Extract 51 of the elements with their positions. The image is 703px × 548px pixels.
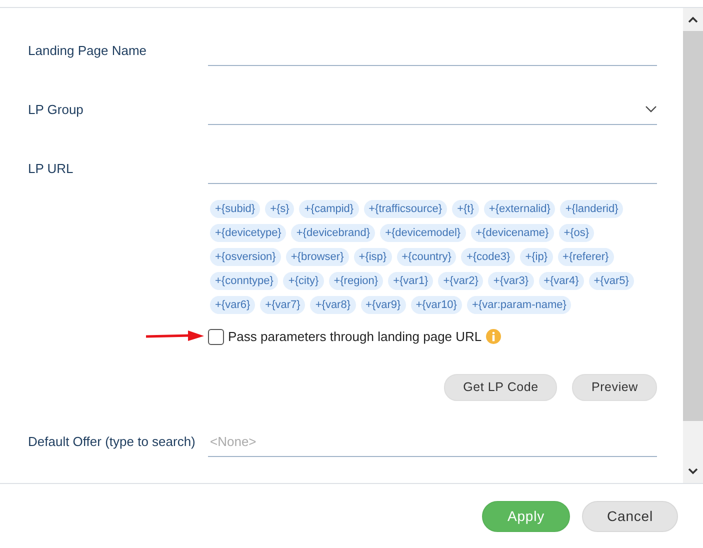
token-chip[interactable]: +{t} (452, 200, 479, 218)
token-chip[interactable]: +{devicemodel} (380, 224, 466, 242)
token-chip[interactable]: +{campid} (299, 200, 359, 218)
token-chip[interactable]: +{var4} (538, 272, 584, 290)
offer-field[interactable]: <None> (208, 426, 657, 456)
token-chip[interactable]: +{var5} (588, 272, 634, 290)
token-chip[interactable]: +{var:param-name} (466, 296, 572, 314)
token-chip[interactable]: +{osversion} (210, 248, 281, 266)
token-chip[interactable]: +{var2} (438, 272, 484, 290)
token-chip[interactable]: +{var7} (260, 296, 306, 314)
scrollbar-thumb[interactable] (683, 31, 703, 421)
field-label: LP Group (28, 101, 84, 119)
field-label: Default Offer (type to search) (28, 432, 196, 451)
token-chip[interactable]: +{ip} (520, 248, 553, 266)
token-chip[interactable]: +{var3} (488, 272, 534, 290)
token-chip[interactable]: +{devicetype} (210, 224, 286, 242)
info-icon[interactable] (486, 329, 501, 344)
annotation-arrow (146, 330, 204, 342)
token-chip[interactable]: +{code3} (461, 248, 516, 266)
token-chip[interactable]: +{trafficsource} (364, 200, 448, 218)
token-chip[interactable]: +{var1} (388, 272, 434, 290)
token-chip[interactable]: +{devicebrand} (291, 224, 376, 242)
token-chip[interactable]: +{var8} (310, 296, 356, 314)
apply-button[interactable]: Apply (482, 500, 570, 532)
token-chip[interactable]: +{conntype} (210, 272, 278, 290)
token-chip[interactable]: +{s} (265, 200, 294, 218)
token-chip[interactable]: +{country} (396, 248, 456, 266)
token-chip[interactable]: +{city} (283, 272, 324, 290)
token-chip[interactable]: +{var6} (210, 296, 256, 314)
token-chip[interactable]: +{region} (328, 272, 384, 290)
token-chip[interactable]: +{referer} (558, 248, 614, 266)
action-button[interactable]: Get LP Code (444, 374, 558, 400)
token-chip[interactable]: +{externalid} (484, 200, 556, 218)
field-label: LP URL (28, 160, 74, 178)
token-chip[interactable]: +{var10} (410, 296, 462, 314)
scrollbar[interactable] (683, 8, 703, 483)
scroll-up-icon[interactable] (688, 16, 698, 23)
token-chip[interactable]: +{isp} (354, 248, 392, 266)
scroll-down-icon[interactable] (688, 468, 698, 475)
token-chip[interactable]: +{devicename} (470, 224, 554, 242)
token-chip[interactable]: +{os} (558, 224, 594, 242)
token-chip[interactable]: +{subid} (210, 200, 260, 218)
cancel-button[interactable]: Cancel (582, 500, 678, 532)
checkbox[interactable] (208, 328, 224, 345)
token-chip[interactable]: +{browser} (286, 248, 349, 266)
chevron-down-icon (645, 105, 657, 113)
field-label: Landing Page Name (28, 42, 148, 60)
token-chip[interactable]: +{var9} (360, 296, 406, 314)
action-button[interactable]: Preview (572, 374, 657, 400)
token-chip[interactable]: +{landerid} (560, 200, 624, 218)
checkbox-label: Pass parameters through landing page URL (228, 328, 482, 346)
